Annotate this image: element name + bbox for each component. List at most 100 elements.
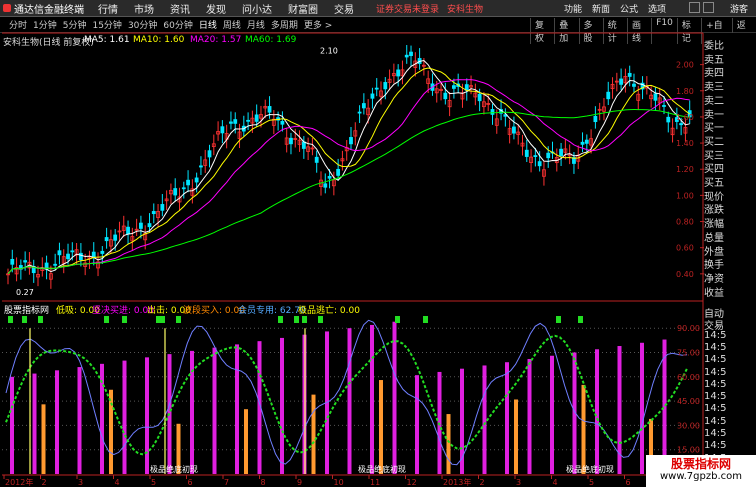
date-tick-label: 2 [42,478,47,487]
candle-body [301,141,306,149]
indicator-tick-label: 30.00 [677,421,700,430]
buy-signal-marker [578,316,583,323]
candle-body [254,114,259,122]
indicator-tick-label: 15.00 [677,446,700,455]
candle-body [606,91,611,100]
candle-body [383,82,388,90]
band-buy-bar [581,384,586,474]
sidebar-trade-item: 14:5 [704,354,727,366]
date-tick-label: 2012年 [5,477,33,487]
candle-body [289,137,293,145]
sidebar-trade-item: 14:5 [704,428,727,439]
candle-body [104,237,109,242]
candle-body [374,87,379,90]
signal-bar [640,342,644,474]
indicator-escape: 极品逃亡: 0.00 [298,306,360,316]
candle-body [666,116,671,123]
candle-body [53,263,58,266]
indicator-tick-label: 90.00 [677,324,700,333]
buy-signal-marker [8,316,13,323]
band-buy-bar [379,380,383,474]
candle-body [147,223,152,228]
date-tick-label: 8 [261,478,266,487]
sidebar-item[interactable]: 收益 [704,284,724,299]
candle-body [10,258,15,265]
candle-body [126,226,130,235]
signal-bar [527,358,532,474]
candle-body [186,179,190,186]
date-tick-label: 2 [480,478,485,487]
buy-signal-marker [423,316,428,323]
candle-body [632,83,636,87]
price-tick-label: 0.80 [676,218,694,227]
candle-body [580,141,585,145]
indicator-member: 会员专用: 62.70 [238,306,306,316]
candle-body [357,111,362,114]
signal-bar [122,360,127,474]
bottom-signal-annotation: 极品绝底初现 [150,464,198,474]
candle-body [323,183,328,188]
candle-body [404,54,409,58]
ma10-line [7,67,690,275]
ma20-label: MA20: 1.57 [190,35,242,45]
buy-signal-marker [104,316,109,323]
ma20-line [7,79,690,275]
indicator-name: 股票指标网 [4,306,50,316]
signal-bar [392,321,397,474]
candle-body [653,93,658,101]
signal-bar [482,365,487,474]
candle-body [280,120,285,125]
band-buy-bar [446,414,451,474]
sidebar-trade-item: 14:5 [704,403,727,415]
candle-body [524,149,529,157]
date-tick-label: 6 [188,478,193,487]
candle-body [627,72,632,77]
candle-body [66,253,70,260]
indicator-tick-label: 45.00 [677,397,700,406]
sidebar-trade-item: 14:5 [704,378,727,390]
band-buy-bar [514,399,518,474]
candle-body [160,204,165,211]
price-tick-label: 1.00 [676,191,694,200]
candle-body [490,109,495,115]
candle-body [267,106,272,113]
sidebar-trade-item: 14:5 [704,366,727,378]
date-tick-label: 7 [224,478,229,487]
buy-signal-marker [278,316,283,323]
candle-body [57,250,62,256]
bottom-signal-annotation: 极品绝底初现 [566,464,614,474]
candle-body [662,105,666,107]
price-tick-label: 1.80 [676,87,694,96]
signal-bar [662,339,667,474]
bottom-signal-annotation: 极品绝底初现 [358,464,406,474]
buy-signal-marker [22,316,27,323]
candle-body [336,168,341,176]
ma60-label: MA60: 1.69 [245,35,297,45]
sidebar-trade-item: 14:5 [704,440,727,452]
candle-body [246,119,251,122]
ma5-label: MA5: 1.61 [84,35,130,45]
signal-bar [77,367,82,474]
sidebar-trade-item: 14:5 [704,391,727,403]
band-buy-bar [244,409,248,474]
candle-body [207,150,212,158]
price-tick-label: 2.00 [676,61,694,70]
buy-signal-marker [302,316,307,323]
quote-sidebar: 委比 卖五 卖四 卖三 卖二 卖一 买一 买二 买三 买四 买五 现价 涨跌 涨幅 总量 外盘 换手 净资 收益 自动… [704,33,756,464]
candle-body [361,103,366,109]
indicator-band-buy: 波段买入: 0.00 [183,306,245,316]
candle-body [229,121,233,124]
buy-signal-marker [176,316,181,323]
watermark-url: www.7gpzb.com [660,471,742,482]
chart-area[interactable]: 极品绝底初现 极品绝底初现 极品绝底初现 2.10 0.27 2.00 1.80 1.60… [0,0,756,487]
price-tick-label: 1.60 [676,113,694,122]
sidebar-trade-item: 14:5 [704,329,727,341]
indicator-firm-buy: 坚决买进: 0.00 [92,306,154,316]
high-price-label: 2.10 [320,47,338,56]
signal-bar [595,349,599,474]
band-buy-bar [109,389,113,474]
buy-signal-marker [395,316,400,323]
candle-body [139,222,143,229]
date-tick-label: 10 [334,478,344,487]
candle-body [593,115,598,123]
